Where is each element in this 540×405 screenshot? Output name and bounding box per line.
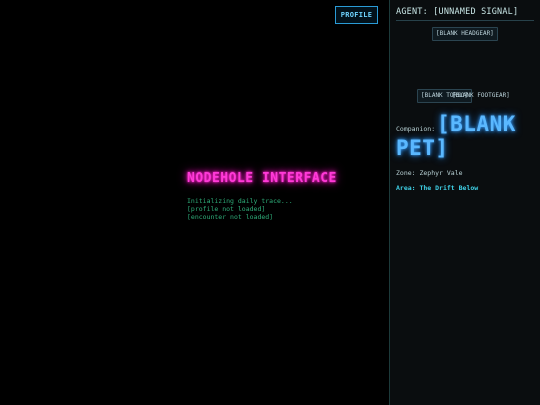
main-area: PROFILE NODEHOLE INTERFACE Initializing … — [0, 0, 389, 405]
status-log: Initializing daily trace... [profile not… — [187, 197, 293, 221]
zone-label: Zone: Zephyr Vale — [396, 169, 463, 177]
log-line: [profile not loaded] — [187, 205, 266, 213]
footgear-slot[interactable]: [BLANK FOOTGEAR] — [448, 89, 514, 103]
app-window: PROFILE NODEHOLE INTERFACE Initializing … — [0, 0, 540, 405]
log-line: [encounter not loaded] — [187, 213, 274, 221]
companion-pet: [BLANK PET] — [396, 112, 516, 160]
profile-button[interactable]: PROFILE — [335, 6, 378, 24]
area-label: Area: The Drift Below — [396, 184, 479, 192]
headgear-slot[interactable]: [BLANK HEADGEAR] — [432, 27, 498, 41]
interface-title: NODEHOLE INTERFACE — [187, 171, 337, 186]
agent-name: AGENT: [UNNAMED SIGNAL] — [396, 7, 519, 17]
agent-panel: AGENT: [UNNAMED SIGNAL] [BLANK HEADGEAR]… — [390, 0, 540, 405]
log-line: Initializing daily trace... — [187, 197, 293, 205]
agent-divider — [396, 20, 534, 21]
